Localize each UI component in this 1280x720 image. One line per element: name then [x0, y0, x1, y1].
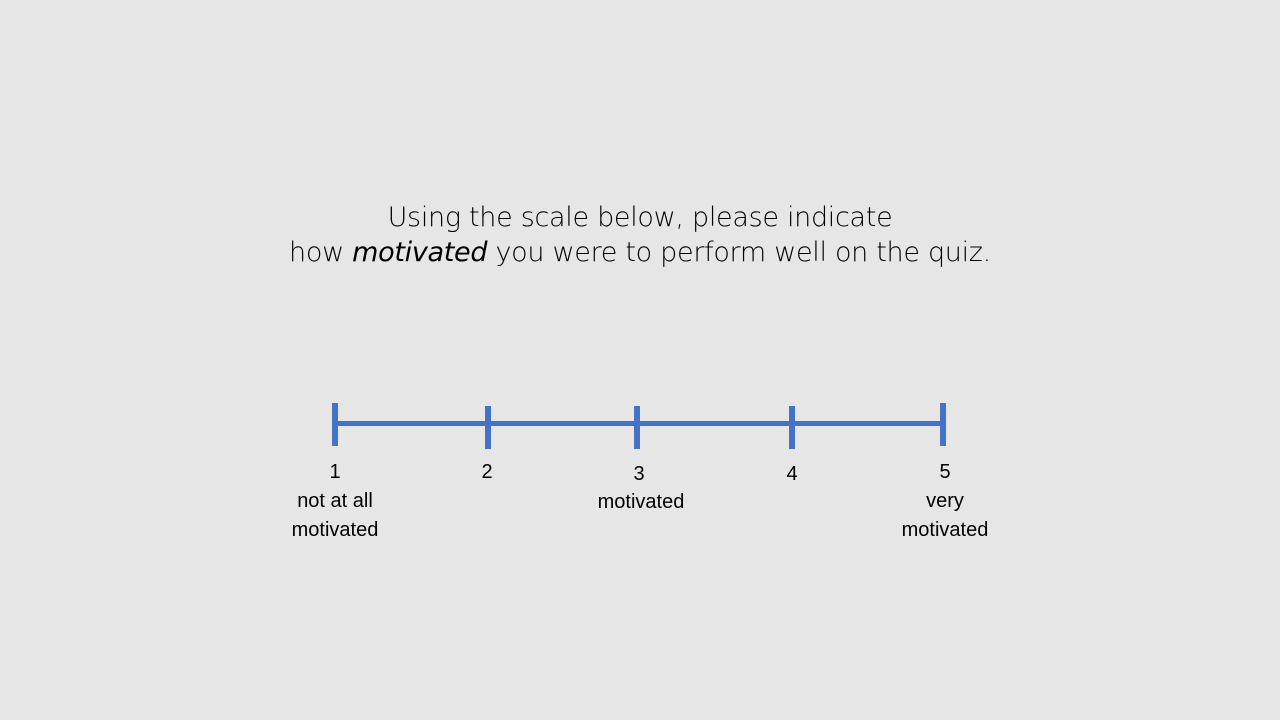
question-line-1: Using the scale below, please indicate	[387, 202, 893, 233]
scale-tick-1[interactable]	[332, 403, 338, 446]
question-prefix: how	[289, 237, 353, 268]
scale-tick-3[interactable]	[634, 406, 640, 449]
question-emphasis: motivated	[352, 237, 488, 268]
scale-number-5: 5	[939, 461, 951, 483]
scale-number-1: 1	[329, 461, 341, 483]
scale-tick-2[interactable]	[485, 406, 491, 449]
scale-number-3: 3	[633, 463, 645, 485]
scale-label-3: motivated	[597, 491, 685, 513]
scale-number-4: 4	[786, 463, 798, 485]
scale-tick-5[interactable]	[940, 403, 946, 446]
question-suffix: you were to perform well on the quiz.	[487, 237, 992, 268]
scale-number-2: 2	[481, 461, 493, 483]
scale-label-1: not at all motivated	[291, 490, 379, 541]
scale-tick-4[interactable]	[789, 406, 795, 449]
scale-label-5: very motivated	[901, 490, 989, 541]
question-line-2: how motivated you were to perform well o…	[0, 237, 1280, 268]
